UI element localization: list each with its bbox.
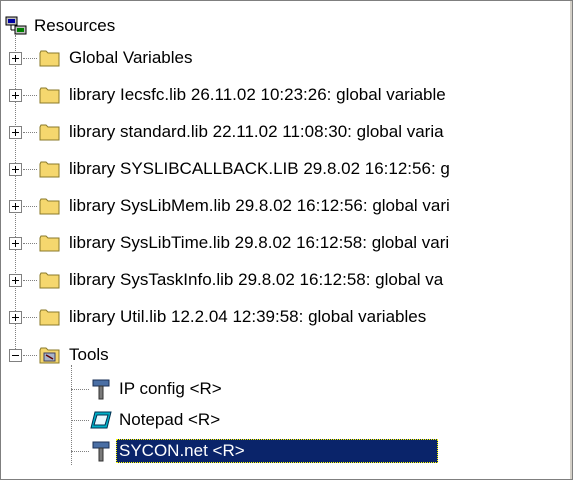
notepad-icon xyxy=(90,411,112,429)
hammer-icon xyxy=(92,441,110,462)
tree-item-label: library standard.lib 22.11.02 11:08:30: … xyxy=(69,122,444,141)
tree-branch xyxy=(23,280,37,281)
tree-branch-tools xyxy=(23,355,37,356)
tree-item-label: Tools xyxy=(69,345,109,364)
tree-item-label: library SysTaskInfo.lib 29.8.02 16:12:58… xyxy=(69,270,444,289)
tree-item-label: library Util.lib 12.2.04 12:39:58: globa… xyxy=(69,307,427,326)
tree-branch xyxy=(23,243,37,244)
expand-toggle[interactable] xyxy=(9,274,22,287)
folder-icon xyxy=(39,161,60,178)
expand-toggle[interactable] xyxy=(9,89,22,102)
tree-item-folder[interactable]: library Iecsfc.lib 26.11.02 10:23:26: gl… xyxy=(1,80,449,110)
tree-item-label: library Iecsfc.lib 26.11.02 10:23:26: gl… xyxy=(69,85,446,104)
folder-icon xyxy=(39,272,60,289)
folder-icon xyxy=(39,124,60,141)
resources-icon xyxy=(5,16,27,35)
tree-item-label: library SysLibMem.lib 29.8.02 16:12:56: … xyxy=(69,196,450,215)
hammer-icon xyxy=(92,379,110,400)
tree-item-folder[interactable]: library SYSLIBCALLBACK.LIB 29.8.02 16:12… xyxy=(1,154,453,184)
expand-toggle[interactable] xyxy=(9,237,22,250)
folder-icon xyxy=(39,198,60,215)
folder-icon xyxy=(39,309,60,326)
expand-toggle[interactable] xyxy=(9,311,22,324)
tree-item-folder[interactable]: library SysTaskInfo.lib 29.8.02 16:12:58… xyxy=(1,265,446,295)
collapse-toggle[interactable] xyxy=(9,349,22,362)
folder-icon xyxy=(39,235,60,252)
folder-icon xyxy=(39,50,60,67)
tree-item-folder[interactable]: library SysLibTime.lib 29.8.02 16:12:58:… xyxy=(1,228,452,258)
tree-item-label: Global Variables xyxy=(69,48,193,67)
tree-item-notepad[interactable]: Notepad <R> xyxy=(1,405,223,435)
resource-tree: Resources Global Variables library Iecsfc… xyxy=(0,0,573,480)
tree-item-label: IP config <R> xyxy=(119,379,222,398)
tree-item-label: SYCON.net <R> xyxy=(116,439,438,463)
tree-item-folder[interactable]: library standard.lib 22.11.02 11:08:30: … xyxy=(1,117,447,147)
tree-item-label: Resources xyxy=(34,16,116,35)
folder-icon xyxy=(39,87,60,104)
tree-item-ip-config[interactable]: IP config <R> xyxy=(1,374,225,404)
tree-branch xyxy=(23,206,37,207)
tree-branch xyxy=(23,169,37,170)
expand-toggle[interactable] xyxy=(9,163,22,176)
tree-item-resources[interactable]: Resources xyxy=(1,11,118,41)
tree-branch xyxy=(23,58,37,59)
expand-toggle[interactable] xyxy=(9,200,22,213)
tree-item-label: library SysLibTime.lib 29.8.02 16:12:58:… xyxy=(69,233,450,252)
tree-item-label: library SYSLIBCALLBACK.LIB 29.8.02 16:12… xyxy=(69,159,450,178)
tree-item-folder[interactable]: library SysLibMem.lib 29.8.02 16:12:56: … xyxy=(1,191,453,221)
tree-branch xyxy=(23,132,37,133)
tree-branch xyxy=(23,95,37,96)
tree-item-label: Notepad <R> xyxy=(119,410,221,429)
tree-item-folder[interactable]: Global Variables xyxy=(1,43,195,73)
expand-toggle[interactable] xyxy=(9,52,22,65)
tree-item-folder[interactable]: library Util.lib 12.2.04 12:39:58: globa… xyxy=(1,302,429,332)
tree-branch xyxy=(23,317,37,318)
expand-toggle[interactable] xyxy=(9,126,22,139)
tree-item-sycon-net[interactable]: SYCON.net <R> xyxy=(1,436,438,466)
tree-item-tools[interactable]: Tools xyxy=(1,340,112,370)
tools-folder-icon xyxy=(39,347,60,364)
